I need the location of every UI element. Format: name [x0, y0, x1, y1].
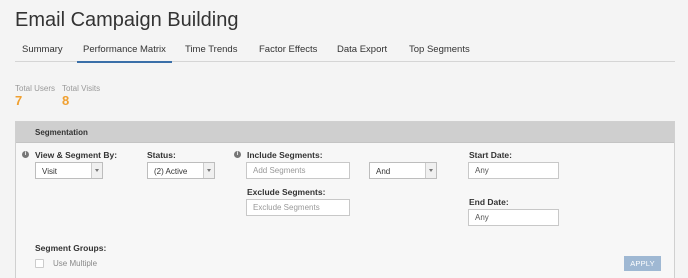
segment-logic-select[interactable]: And: [369, 162, 437, 179]
apply-button[interactable]: APPLY: [624, 256, 661, 271]
segment-groups-label: Segment Groups:: [35, 243, 107, 253]
tab-summary[interactable]: Summary: [22, 44, 63, 61]
chevron-down-icon: [203, 163, 214, 178]
tab-performance-matrix[interactable]: Performance Matrix: [77, 44, 172, 63]
segmentation-header: Segmentation: [16, 122, 674, 143]
total-users-label: Total Users: [15, 84, 56, 93]
total-visits-value: 8: [62, 93, 70, 108]
status-label: Status:: [147, 150, 176, 160]
segmentation-title: Segmentation: [35, 128, 88, 137]
exclude-segments-input[interactable]: [246, 199, 350, 216]
exclude-segments-label: Exclude Segments:: [247, 187, 326, 197]
include-segments-info-icon[interactable]: i: [234, 151, 241, 158]
view-segment-value: Visit: [42, 167, 57, 176]
include-segments-label: Include Segments:: [247, 150, 323, 160]
tab-top-segments[interactable]: Top Segments: [409, 44, 470, 61]
use-multiple-checkbox[interactable]: [35, 259, 44, 268]
start-date-label: Start Date:: [469, 150, 512, 160]
view-segment-info-icon[interactable]: i: [22, 151, 29, 158]
chevron-down-icon: [91, 163, 102, 178]
status-value: (2) Active: [154, 167, 188, 176]
tab-factor-effects[interactable]: Factor Effects: [259, 44, 317, 61]
start-date-input[interactable]: [468, 162, 559, 179]
end-date-input[interactable]: [468, 209, 559, 226]
page-title: Email Campaign Building: [15, 9, 239, 31]
tab-bar: Summary Performance Matrix Time Trends F…: [15, 41, 675, 63]
total-users-value: 7: [15, 93, 23, 108]
include-segments-input[interactable]: [246, 162, 350, 179]
segment-logic-value: And: [376, 167, 391, 176]
view-segment-label: View & Segment By:: [35, 150, 118, 160]
tab-time-trends[interactable]: Time Trends: [185, 44, 237, 61]
total-visits-label: Total Visits: [62, 84, 101, 93]
end-date-label: End Date:: [469, 197, 509, 207]
use-multiple-label: Use Multiple: [53, 259, 98, 268]
chevron-down-icon: [425, 163, 436, 178]
status-select[interactable]: (2) Active: [147, 162, 215, 179]
tab-data-export[interactable]: Data Export: [337, 44, 387, 61]
view-segment-select[interactable]: Visit: [35, 162, 103, 179]
